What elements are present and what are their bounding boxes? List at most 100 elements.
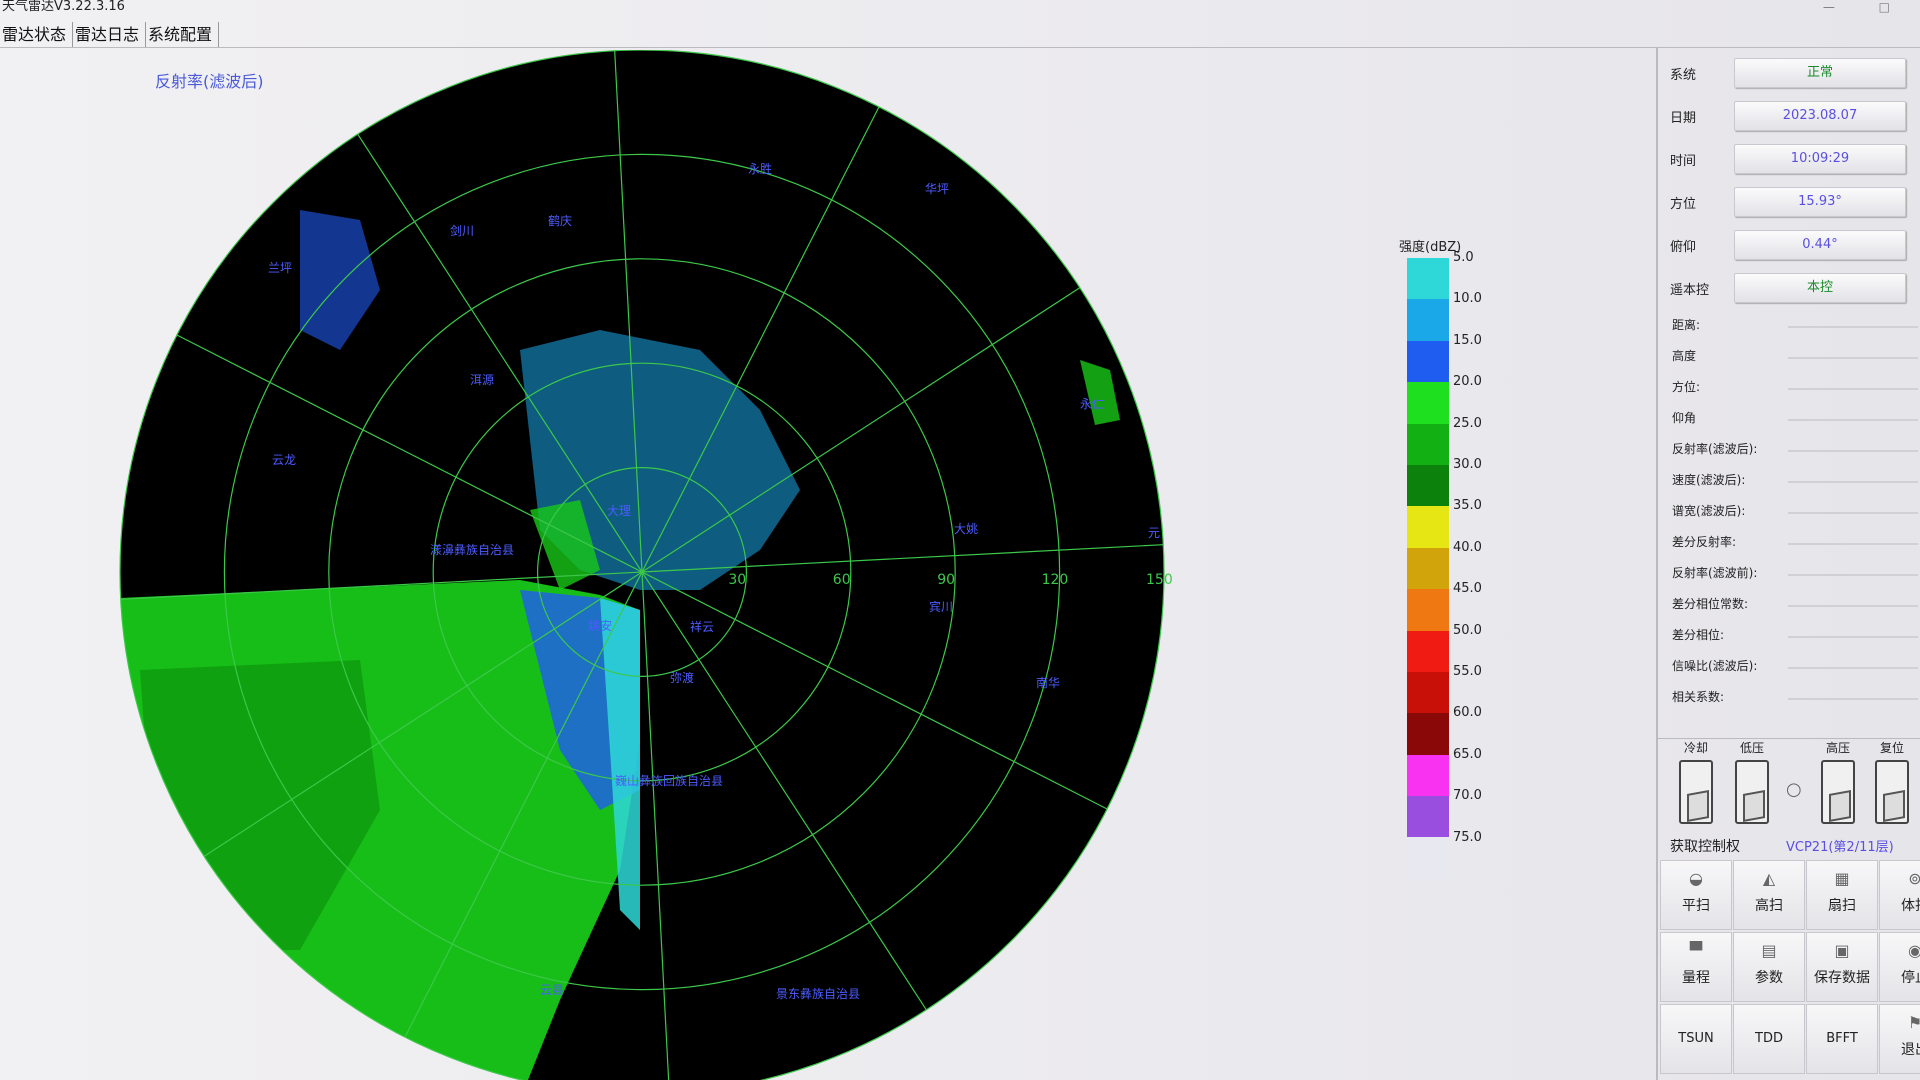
measurement-row: 信噪比(滤波后): xyxy=(1658,651,1920,682)
measurement-label: 方位: xyxy=(1672,380,1701,394)
legend-tick-label: 45.0 xyxy=(1453,581,1482,597)
maximize-icon[interactable]: □ xyxy=(1879,0,1890,14)
measurement-row: 仰角 xyxy=(1658,403,1920,434)
low-voltage-switch[interactable]: 低压 xyxy=(1728,739,1776,824)
legend-tick-label: 10.0 xyxy=(1453,291,1482,307)
intensity-legend: 强度(dBZ) 5.0 10.0 15.0 20.0 25.0 30.0 35.0 40.0 4… xyxy=(1395,236,1515,879)
measurement-label: 距离: xyxy=(1672,318,1701,332)
menu-bar: 雷达状态 雷达日志 系统配置 xyxy=(0,22,1920,48)
toggle-switch-icon xyxy=(1735,760,1769,824)
window-title: 天气雷达V3.22.3.16 xyxy=(2,0,125,14)
scan-button-tsun[interactable]: TSUN xyxy=(1660,1004,1732,1074)
measurement-label: 差分相位: xyxy=(1672,628,1725,642)
scan-button-stop[interactable]: ◉ 停止 xyxy=(1879,932,1920,1002)
scan-button-volume-scan[interactable]: ⊚ 体扫 xyxy=(1879,860,1920,930)
measurement-row: 距离: xyxy=(1658,310,1920,341)
measurement-row: 差分相位常数: xyxy=(1658,589,1920,620)
button-label: 停止 xyxy=(1901,970,1920,986)
legend-swatch xyxy=(1407,837,1449,879)
place-label: 兰坪 xyxy=(268,261,292,275)
place-label: 姚安 xyxy=(588,618,612,633)
legend-swatch xyxy=(1407,382,1449,424)
legend-swatch xyxy=(1407,464,1449,507)
window-controls: — □ xyxy=(1783,0,1890,14)
status-value: 0.44° xyxy=(1734,230,1906,260)
menu-radar-status[interactable]: 雷达状态 xyxy=(0,22,74,47)
legend-swatch xyxy=(1407,713,1449,755)
toggle-switch-icon xyxy=(1679,760,1713,824)
button-label: TSUN xyxy=(1678,1031,1714,1046)
place-label: 宾川 xyxy=(929,599,953,614)
legend-swatch xyxy=(1407,630,1449,672)
status-label: 时间 xyxy=(1670,154,1697,169)
low-voltage-switch-label: 低压 xyxy=(1739,741,1764,755)
legend-swatch xyxy=(1407,423,1449,465)
place-label: 漾濞彝族自治县 xyxy=(430,542,514,557)
measurement-value-field xyxy=(1788,605,1918,607)
button-label: BFFT xyxy=(1826,1031,1858,1046)
status-row: 方位 15.93° xyxy=(1658,185,1920,219)
status-value: 本控 xyxy=(1734,273,1906,303)
measurement-row: 方位: xyxy=(1658,372,1920,403)
legend-tick-label: 65.0 xyxy=(1453,746,1482,762)
get-control-button[interactable]: 获取控制权 xyxy=(1670,836,1740,856)
legend-tick-label: 40.0 xyxy=(1453,539,1482,555)
place-label: 巍山彝族回族自治县 xyxy=(615,773,723,788)
menu-radar-log[interactable]: 雷达日志 xyxy=(73,22,147,47)
measurement-value-field xyxy=(1788,543,1918,545)
scan-button-bfft[interactable]: BFFT xyxy=(1806,1004,1878,1074)
measurement-row: 差分反射率: xyxy=(1658,527,1920,558)
status-label: 方位 xyxy=(1670,197,1697,212)
status-row: 俯仰 0.44° xyxy=(1658,228,1920,262)
measurement-value-field xyxy=(1788,326,1918,328)
status-row: 遥本控 本控 xyxy=(1658,271,1920,305)
legend-swatch xyxy=(1407,796,1449,838)
lightbulb-icon: ○ xyxy=(1786,779,1802,800)
scan-button-ppi-scan[interactable]: ◒ 平扫 xyxy=(1660,860,1732,930)
place-label: 南华 xyxy=(1036,675,1060,690)
status-value: 2023.08.07 xyxy=(1734,101,1906,131)
high-voltage-switch[interactable]: 高压 xyxy=(1814,739,1862,824)
reset-switch-label: 复位 xyxy=(1879,741,1904,755)
status-row: 日期 2023.08.07 xyxy=(1658,99,1920,133)
status-label: 俯仰 xyxy=(1670,240,1697,255)
legend-tick-label: 30.0 xyxy=(1453,457,1482,472)
scan-button-exit[interactable]: ⚑ 退出 xyxy=(1879,1004,1920,1074)
toggle-switch-icon xyxy=(1875,760,1909,824)
measurement-value-field xyxy=(1788,388,1918,390)
legend-swatch xyxy=(1407,754,1449,797)
range-label: 150 xyxy=(1146,572,1173,588)
cooling-switch[interactable]: 冷却 xyxy=(1672,739,1720,824)
measurement-value-field xyxy=(1788,574,1918,576)
scan-button-sector-scan[interactable]: ▦ 扇扫 xyxy=(1806,860,1878,930)
measurement-row: 反射率(滤波后): xyxy=(1658,434,1920,465)
control-bar: 获取控制权 VCP21(第2/11层) xyxy=(1658,836,1920,858)
measurement-value-field xyxy=(1788,512,1918,514)
scan-button-tdd[interactable]: TDD xyxy=(1733,1004,1805,1074)
legend-swatch xyxy=(1407,589,1449,631)
measurement-value-field xyxy=(1788,667,1918,669)
status-value: 10:09:29 xyxy=(1734,144,1906,174)
legend-swatch xyxy=(1407,340,1449,383)
menu-system-config[interactable]: 系统配置 xyxy=(146,22,220,47)
legend-tick-label: 20.0 xyxy=(1453,374,1482,390)
measurement-value-field xyxy=(1788,698,1918,700)
status-label: 日期 xyxy=(1670,111,1697,126)
measurement-label: 反射率(滤波前): xyxy=(1672,566,1758,580)
reset-switch[interactable]: 复位 xyxy=(1868,739,1916,824)
save-data-icon: ▣ xyxy=(1834,941,1850,960)
measurement-row: 反射率(滤波前): xyxy=(1658,558,1920,589)
legend-tick-label: 75.0 xyxy=(1453,829,1482,845)
place-label: 永仁 xyxy=(1080,397,1104,411)
place-label: 云县 xyxy=(540,983,564,997)
radar-ppi-display[interactable]: 30 60 90 120 150 剑川 鹤庆 永胜华坪兰坪洱源永仁云龙大姚漾濞彝族自治县祥云… xyxy=(0,50,1200,1080)
scan-button-save-data[interactable]: ▣ 保存数据 xyxy=(1806,932,1878,1002)
minimize-icon[interactable]: — xyxy=(1823,0,1835,14)
legend-tick-label: 15.0 xyxy=(1453,332,1482,348)
scan-button-rhi-scan[interactable]: ◭ 高扫 xyxy=(1733,860,1805,930)
scan-button-range[interactable]: ▀ 量程 xyxy=(1660,932,1732,1002)
range-label: 120 xyxy=(1042,572,1069,588)
scan-button-parameters[interactable]: ▤ 参数 xyxy=(1733,932,1805,1002)
status-value: 15.93° xyxy=(1734,187,1906,217)
legend-tick-label: 70.0 xyxy=(1453,788,1482,804)
